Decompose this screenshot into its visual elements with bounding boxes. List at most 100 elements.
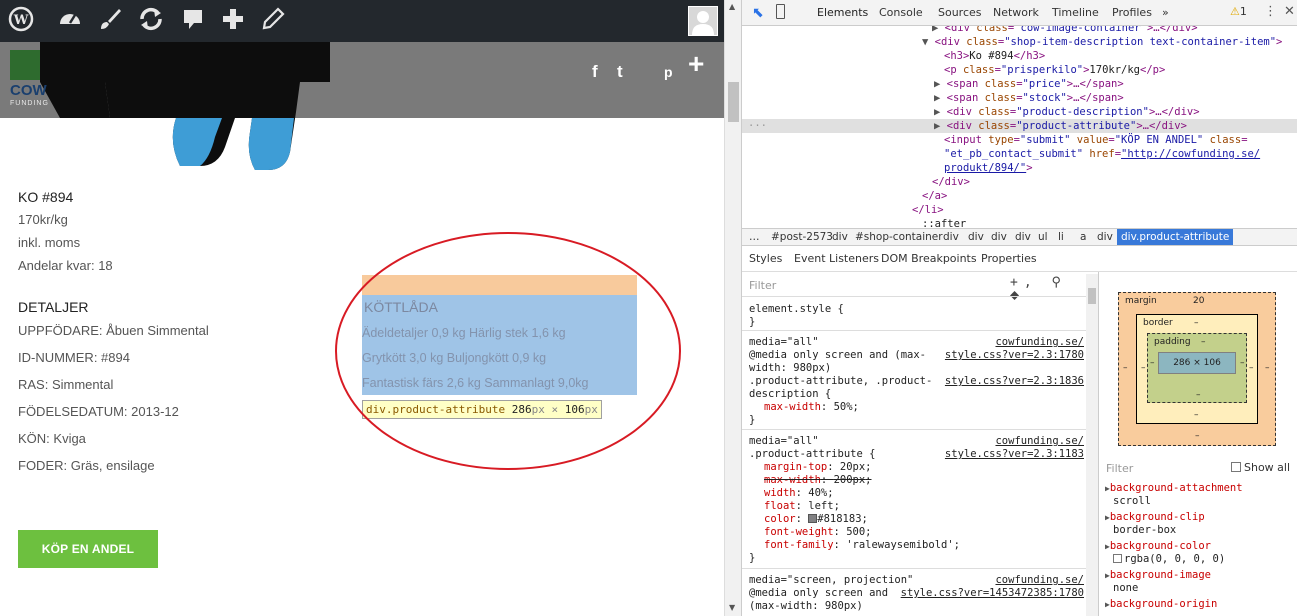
rule-selector[interactable]: .product-attribute {	[749, 448, 875, 461]
twitter-icon[interactable]: t	[617, 62, 623, 82]
rule-source-link[interactable]: style.css?ver=2.3:1836	[945, 375, 1084, 388]
css-property[interactable]: font-weight: 500;	[764, 526, 872, 539]
computed-property[interactable]: ▶background-color rgba(0, 0, 0, 0)	[1105, 540, 1225, 566]
breadcrumb-item[interactable]: div.product-attribute	[1117, 229, 1234, 245]
css-property[interactable]: font-family: 'ralewaysemibold';	[764, 539, 960, 552]
box-model-padding[interactable]: padding – – – – 286 × 106	[1147, 333, 1247, 403]
padding-top-value[interactable]: –	[1201, 337, 1206, 347]
dom-node-line[interactable]: <h3>Ko #894</h3>	[944, 49, 1045, 63]
edit-pencil-icon[interactable]	[258, 6, 288, 36]
border-top-value[interactable]: –	[1194, 318, 1199, 328]
page-scrollbar[interactable]: ▲ ▼	[724, 0, 741, 616]
rule-source-link[interactable]: style.css?ver=1453472385:1780	[901, 587, 1084, 600]
breadcrumb-item[interactable]: div	[1015, 229, 1031, 245]
margin-bottom-value[interactable]: –	[1195, 431, 1200, 441]
css-property[interactable]: max-width: 50%;	[764, 401, 859, 414]
tab-network[interactable]: Network	[993, 6, 1039, 20]
dom-node-line[interactable]: </li>	[912, 203, 944, 217]
subtab-dom-breakpoints[interactable]: DOM Breakpoints	[881, 252, 977, 266]
box-model-margin[interactable]: margin 20 – – – border – – – – padding –…	[1118, 292, 1276, 446]
dom-node-line[interactable]: </a>	[922, 189, 947, 203]
breadcrumb-item[interactable]: div	[943, 229, 959, 245]
buy-share-button[interactable]: KÖP EN ANDEL	[18, 530, 158, 568]
more-tabs-icon[interactable]: »	[1162, 6, 1169, 20]
breadcrumb-item[interactable]: div	[1097, 229, 1113, 245]
dom-node-line[interactable]: ▼ <div class="shop-item-description text…	[922, 35, 1282, 49]
dom-token[interactable]: produkt/894/"	[944, 162, 1026, 174]
rule-source-link[interactable]: cowfunding.se/	[995, 574, 1084, 587]
dashboard-icon[interactable]	[55, 6, 85, 36]
border-left-value[interactable]: –	[1141, 363, 1146, 373]
css-property[interactable]: width: 40%;	[764, 487, 834, 500]
breadcrumb-item[interactable]: div	[991, 229, 1007, 245]
rule-selector[interactable]: .product-attribute, .product-	[749, 375, 932, 388]
tab-console[interactable]: Console	[879, 6, 923, 20]
checkbox-icon[interactable]	[1231, 462, 1241, 472]
border-bottom-value[interactable]: –	[1194, 410, 1199, 420]
breadcrumb-item[interactable]: div	[968, 229, 984, 245]
breadcrumb-item[interactable]: …	[749, 229, 760, 245]
scroll-thumb[interactable]	[1088, 288, 1096, 304]
dom-node-line[interactable]: "et_pb_contact_submit" href="http://cowf…	[944, 147, 1260, 161]
scroll-down-icon[interactable]: ▼	[729, 603, 735, 612]
dom-node-line[interactable]: <p class="prisperkilo">170kr/kg</p>	[944, 63, 1165, 77]
breadcrumb-item[interactable]: div	[832, 229, 848, 245]
subtab-properties[interactable]: Properties	[981, 252, 1037, 266]
dom-token[interactable]: "http://cowfunding.se/	[1121, 148, 1260, 160]
dom-node-line[interactable]: ▶ <span class="price">…</span>	[934, 77, 1124, 91]
comments-icon[interactable]	[178, 6, 208, 36]
rule-source-link[interactable]: style.css?ver=2.3:1183	[945, 448, 1084, 461]
margin-right-value[interactable]: –	[1265, 363, 1270, 373]
css-property[interactable]: max-width: 200px;	[764, 474, 872, 487]
breadcrumb-item[interactable]: li	[1058, 229, 1064, 245]
padding-right-value[interactable]: –	[1240, 358, 1245, 368]
computed-property[interactable]: ▶background-origin	[1105, 598, 1217, 611]
dom-node-line[interactable]: ::after	[922, 217, 966, 228]
border-right-value[interactable]: –	[1249, 363, 1254, 373]
dom-node-line[interactable]: </div>	[932, 175, 970, 189]
padding-bottom-value[interactable]: –	[1196, 390, 1201, 400]
rule-source-link[interactable]: style.css?ver=2.3:1780	[945, 349, 1084, 362]
cowfunding-logo[interactable]: COW FUNDING	[10, 50, 60, 110]
tab-profiles[interactable]: Profiles	[1112, 6, 1152, 20]
warning-counter[interactable]: ⚠1	[1230, 5, 1247, 18]
dom-node-line[interactable]: ▶ <span class="stock">…</span>	[934, 91, 1124, 105]
rule-selector[interactable]: element.style {	[749, 303, 844, 316]
box-model-content[interactable]: 286 × 106	[1158, 352, 1236, 374]
dom-tree[interactable]: ▶ <div class="cow-image-container">…</di…	[742, 26, 1297, 228]
computed-property[interactable]: ▶background-clip border-box	[1105, 511, 1205, 537]
computed-property[interactable]: ▶background-attachment scroll	[1105, 482, 1243, 508]
css-property[interactable]: float: left;	[764, 500, 840, 513]
pinterest-icon[interactable]: p	[664, 62, 673, 82]
dom-node-line[interactable]: produkt/894/">	[944, 161, 1033, 175]
inspect-element-icon[interactable]: ⬉	[752, 5, 764, 21]
rule-source-link[interactable]: cowfunding.se/	[995, 336, 1084, 349]
updates-icon[interactable]	[136, 6, 166, 36]
dom-node-line[interactable]: <input type="submit" value="KÖP EN ANDEL…	[944, 133, 1248, 147]
scroll-thumb[interactable]	[728, 82, 739, 122]
styles-toolbar-icons[interactable]: +, ⚲ ⬥	[1010, 276, 1090, 302]
breadcrumb-item[interactable]: #post-2573	[771, 229, 833, 245]
computed-filter-input[interactable]: Filter	[1106, 462, 1133, 475]
show-all-checkbox[interactable]: Show all	[1231, 461, 1290, 474]
breadcrumb-item[interactable]: ul	[1038, 229, 1048, 245]
styles-scrollbar[interactable]	[1086, 274, 1098, 616]
scroll-up-icon[interactable]: ▲	[729, 2, 735, 11]
tab-sources[interactable]: Sources	[938, 6, 982, 20]
subtab-event-listeners[interactable]: Event Listeners	[794, 252, 879, 266]
margin-left-value[interactable]: –	[1123, 363, 1128, 373]
color-swatch[interactable]	[808, 514, 818, 523]
selected-node-ellipsis[interactable]: ···	[748, 119, 767, 133]
customize-brush-icon[interactable]	[95, 6, 125, 36]
menu-kebab-icon[interactable]: ⋮	[1264, 4, 1277, 19]
dom-node-line[interactable]: ▶ <div class="product-description">…</di…	[934, 105, 1200, 119]
subtab-styles[interactable]: Styles	[749, 252, 782, 266]
computed-property[interactable]: ▶background-image none	[1105, 569, 1211, 595]
tab-timeline[interactable]: Timeline	[1052, 6, 1099, 20]
rule-source-link[interactable]: cowfunding.se/	[995, 435, 1084, 448]
facebook-icon[interactable]: f	[592, 62, 598, 82]
margin-top-value[interactable]: 20	[1193, 296, 1204, 306]
new-plus-icon[interactable]	[218, 6, 248, 36]
close-devtools-icon[interactable]: ✕	[1284, 4, 1295, 19]
wordpress-icon[interactable]: W	[6, 6, 36, 36]
